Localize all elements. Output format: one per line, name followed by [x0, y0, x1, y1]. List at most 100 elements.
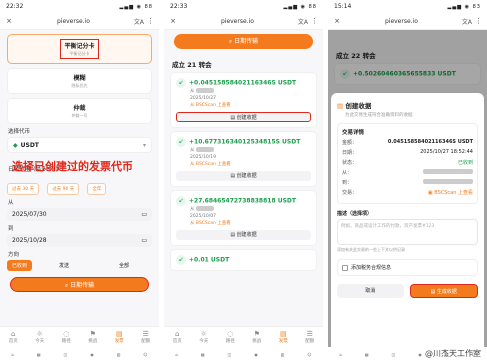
main-content: ⌕ 日期传输 成立 21 转会 ↙ +0.04515858402116346S U… [164, 30, 323, 326]
cancel-button[interactable]: 取消 [337, 284, 404, 298]
sys-home-icon[interactable]: ⌂ [175, 352, 178, 357]
card-arbitration[interactable]: 仲裁 仲裁一号 [7, 98, 152, 124]
search-icon: ⌕ [64, 282, 69, 289]
create-receipt-label: 创建收据 [236, 232, 257, 238]
calendar-icon: ▭ [141, 237, 147, 244]
dir-sent[interactable]: 发送 [36, 260, 92, 271]
transfer-count: 成立 21 转会 [172, 61, 212, 69]
to-date-input[interactable]: 2025/10/28 ▭ [7, 234, 152, 247]
main-content: 成立 22 转会 ↙ +0.50260460365655833 USDT ▤ 创建… [328, 30, 487, 347]
chip-90d[interactable]: 过去 90 天 [47, 183, 80, 195]
quota-icon: ☰ [142, 329, 149, 338]
bscscan-link[interactable]: 从 BSCScan 上查看 [190, 162, 231, 167]
to-label: 到 [8, 226, 14, 232]
nav-home[interactable]: ⌂ 首页 [0, 327, 27, 347]
nav-challenge[interactable]: ⚑ 挑战 [80, 327, 107, 347]
nav-invoice[interactable]: ▤ 发票 [106, 327, 133, 347]
signal-icons: ▂▄▆ ◉ 88 [283, 3, 317, 10]
sys-user-icon[interactable]: ☺ [143, 352, 147, 357]
sys-circle-icon[interactable]: ◉ [90, 352, 94, 357]
from-date-value: 2025/07/30 [12, 211, 47, 218]
nav-today[interactable]: ☼ 今天 [27, 327, 54, 347]
sys-grid-icon[interactable]: ▦ [365, 352, 369, 357]
sys-home-icon[interactable]: ⌂ [339, 352, 342, 357]
more-icon[interactable]: ⋮ [475, 17, 482, 25]
tx-date: 2025/10/19 [190, 155, 216, 160]
status-time: 22:33 [170, 3, 188, 10]
sys-circle-icon[interactable]: ◉ [418, 352, 422, 357]
chip-30d[interactable]: 过去 30 天 [7, 183, 40, 195]
address-blur [195, 206, 214, 211]
challenge-icon: ⚑ [89, 329, 96, 338]
quota-icon: ☰ [306, 329, 313, 338]
tax-toggle-row[interactable]: 添加税务合规信息 [337, 259, 478, 276]
dir-all[interactable]: 全部 [96, 260, 152, 271]
nav-quota[interactable]: ☰ 配额 [297, 327, 324, 347]
more-icon[interactable]: ⋮ [311, 17, 318, 25]
sys-home-icon[interactable]: ⌂ [11, 352, 14, 357]
bscscan-link[interactable]: 从 BSCScan 上查看 [190, 103, 231, 108]
from-date-input[interactable]: 2025/07/30 ▭ [7, 208, 152, 221]
sys-apps-icon[interactable]: ◫ [392, 352, 396, 357]
url-text[interactable]: pieverse.io [344, 18, 459, 25]
sys-apps-icon[interactable]: ◫ [228, 352, 232, 357]
sys-apps-icon[interactable]: ◫ [64, 352, 68, 357]
card-balanced-scorecard[interactable]: 平衡记分卡 平衡记分卡 [7, 34, 152, 64]
close-icon[interactable]: × [333, 17, 341, 25]
generate-button[interactable]: ⌕ 日期传输 [174, 34, 313, 49]
create-receipt-label: 创建收据 [236, 115, 257, 121]
to-label: 到： [342, 180, 353, 186]
status-time: 22:32 [6, 3, 24, 10]
signal-icons: ▂▄▆ ◉ 88 [119, 3, 153, 10]
address-blur [195, 88, 214, 93]
nav-path[interactable]: ◌ 路径 [53, 327, 80, 347]
translate-icon[interactable]: 文A [462, 17, 472, 26]
sys-user-icon[interactable]: ☺ [307, 352, 311, 357]
create-receipt-button[interactable]: ▤ 创建收据 [176, 112, 311, 122]
calendar-icon: ▭ [141, 211, 147, 218]
chip-year[interactable]: 全年 [87, 183, 107, 195]
url-text[interactable]: pieverse.io [180, 18, 295, 25]
tax-checkbox[interactable] [342, 264, 348, 271]
status-bar: 15:14 ▂▄▆ ◉ 83 [328, 0, 487, 13]
bscscan-link[interactable]: 从 BSCScan 上查看 [190, 221, 231, 226]
tx-card: ↙ +10.67731634012534815S USDT 从 2025/10/1… [170, 131, 317, 187]
annotation-text: 选择已创建过的发票代币 [12, 160, 133, 173]
translate-icon[interactable]: 文A [298, 17, 308, 26]
card-subtitle: 平衡记分卡 [69, 51, 90, 56]
more-icon[interactable]: ⋮ [147, 17, 154, 25]
amount-value: 0.04515858402116346S USDT [387, 139, 473, 145]
status-row: 状态： 已收到 [342, 159, 473, 166]
card-title: 模糊 [73, 75, 86, 82]
token-select[interactable]: ◆ USDT ▾ [7, 137, 152, 153]
phone-panel-3: 15:14 ▂▄▆ ◉ 83 × pieverse.io 文A ⋮ 成立 22 … [328, 0, 487, 361]
nav-home[interactable]: ⌂ 首页 [164, 327, 191, 347]
bscscan-link[interactable]: ▣ BSCScan 上查看 [428, 189, 473, 196]
url-text[interactable]: pieverse.io [16, 18, 131, 25]
close-icon[interactable]: × [5, 17, 13, 25]
challenge-icon: ⚑ [253, 329, 260, 338]
translate-icon[interactable]: 文A [134, 17, 144, 26]
generate-button[interactable]: ⌕ 日期传输 [10, 277, 149, 292]
generate-receipt-button[interactable]: ▤ 生成收据 [409, 284, 478, 298]
sys-chart-icon[interactable]: ▥ [281, 352, 285, 357]
sys-circle-icon[interactable]: ◉ [254, 352, 258, 357]
dir-received[interactable]: 已收到 [7, 260, 33, 271]
nav-invoice[interactable]: ▤ 发票 [270, 327, 297, 347]
status-time: 15:14 [334, 3, 352, 10]
description-input[interactable]: 例如，商品或设计工作的付款，资产发票#123 [337, 219, 478, 245]
tx-meta: 从 2025/10/27 从 BSCScan 上查看 [190, 88, 231, 108]
sys-grid-icon[interactable]: ▦ [37, 352, 41, 357]
card-blur[interactable]: 模糊 隐私优先 [7, 68, 152, 94]
nav-path[interactable]: ◌ 路径 [217, 327, 244, 347]
to-date-value: 2025/10/28 [12, 237, 47, 244]
close-icon[interactable]: × [169, 17, 177, 25]
create-receipt-button[interactable]: ▤ 创建收据 [176, 171, 311, 181]
nav-today[interactable]: ☼ 今天 [191, 327, 218, 347]
nav-quota[interactable]: ☰ 配额 [133, 327, 160, 347]
sys-grid-icon[interactable]: ▦ [201, 352, 205, 357]
nav-challenge[interactable]: ⚑ 挑战 [244, 327, 271, 347]
create-receipt-button[interactable]: ▤ 创建收据 [176, 230, 311, 240]
sys-chart-icon[interactable]: ▥ [117, 352, 121, 357]
receipt-icon: ▤ [337, 102, 344, 110]
